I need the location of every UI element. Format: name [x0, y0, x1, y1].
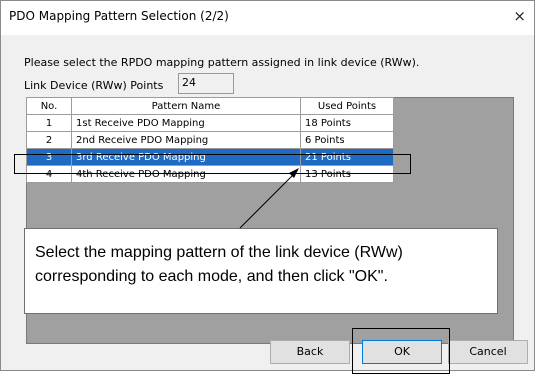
row-used-points: 13 Points: [300, 165, 394, 183]
column-header-pattern-name: Pattern Name: [71, 97, 301, 115]
row-no: 4: [26, 165, 72, 183]
row-pattern-name: 1st Receive PDO Mapping: [71, 114, 301, 132]
ok-button[interactable]: OK: [362, 340, 442, 364]
row-no: 3: [26, 148, 72, 166]
points-label: Link Device (RWw) Points: [24, 79, 164, 92]
table-row[interactable]: 1 1st Receive PDO Mapping 18 Points: [26, 114, 394, 132]
table-row[interactable]: 2 2nd Receive PDO Mapping 6 Points: [26, 131, 394, 149]
instruction-text: Please select the RPDO mapping pattern a…: [24, 56, 420, 69]
dialog-title: PDO Mapping Pattern Selection (2/2): [9, 9, 229, 23]
title-bar: PDO Mapping Pattern Selection (2/2) ×: [1, 1, 534, 35]
row-no: 2: [26, 131, 72, 149]
back-button[interactable]: Back: [270, 340, 350, 364]
points-field: 24: [178, 73, 234, 94]
annotation-callout: Select the mapping pattern of the link d…: [24, 228, 498, 314]
row-pattern-name: 4th Receive PDO Mapping: [71, 165, 301, 183]
close-icon[interactable]: ×: [513, 6, 526, 26]
row-used-points: 21 Points: [300, 148, 394, 166]
row-used-points: 6 Points: [300, 131, 394, 149]
cancel-button[interactable]: Cancel: [448, 340, 528, 364]
table-row-selected[interactable]: 3 3rd Receive PDO Mapping 21 Points: [26, 148, 394, 166]
table-header-row: No. Pattern Name Used Points: [26, 97, 394, 115]
table-row[interactable]: 4 4th Receive PDO Mapping 13 Points: [26, 165, 394, 183]
row-no: 1: [26, 114, 72, 132]
row-used-points: 18 Points: [300, 114, 394, 132]
row-pattern-name: 3rd Receive PDO Mapping: [71, 148, 301, 166]
column-header-no: No.: [26, 97, 72, 115]
column-header-used-points: Used Points: [300, 97, 394, 115]
row-pattern-name: 2nd Receive PDO Mapping: [71, 131, 301, 149]
pattern-table: No. Pattern Name Used Points 1 1st Recei…: [26, 97, 394, 183]
